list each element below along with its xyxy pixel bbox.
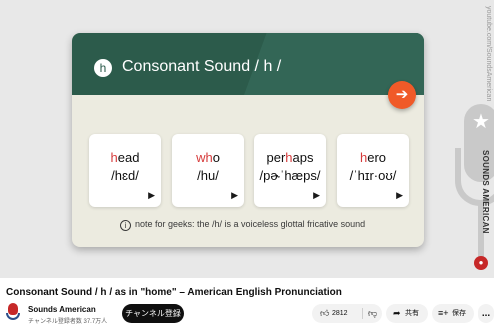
word-ipa: /hu/	[197, 168, 219, 183]
card-title: Consonant Sound / h /	[122, 58, 282, 75]
play-icon[interactable]: ▶	[231, 190, 238, 201]
save-button[interactable]: ≡+ 保存	[432, 304, 474, 323]
word-ipa: /hɛd/	[111, 168, 139, 183]
video-title: Consonant Sound / h / as in "home" – Ame…	[6, 287, 342, 298]
next-arrow-button[interactable]: ➔	[388, 81, 416, 109]
word-card[interactable]: who /hu/ ▶	[172, 134, 244, 207]
brand-logo-icon: ●	[474, 256, 488, 270]
play-icon[interactable]: ▶	[313, 190, 320, 201]
word-text: perhaps	[266, 150, 314, 165]
channel-watermark: youtube.com/SoundsAmerican	[485, 6, 492, 102]
channel-name[interactable]: Sounds American	[28, 305, 96, 314]
word-ipa: /pɚˈhæps/	[259, 168, 321, 183]
word-ipa: /ˈhɪr·oʊ/	[349, 168, 397, 183]
word-card[interactable]: hero /ˈhɪr·oʊ/ ▶	[337, 134, 409, 207]
word-text: who	[196, 150, 220, 165]
info-icon: i	[120, 220, 131, 231]
more-button[interactable]: ...	[478, 304, 494, 323]
video-player[interactable]: youtube.com/SoundsAmerican ★ SOUNDS AMER…	[0, 0, 494, 278]
subscribe-button[interactable]: チャンネル登録	[122, 304, 184, 323]
share-icon: ➦	[393, 308, 401, 318]
word-card[interactable]: head /hɛd/ ▶	[89, 134, 161, 207]
save-playlist-icon: ≡+	[438, 308, 449, 318]
play-icon[interactable]: ▶	[396, 190, 403, 201]
arrow-right-icon: ➔	[395, 86, 409, 103]
sound-badge: h	[94, 59, 112, 77]
brand-vertical-text: SOUNDS AMERICAN	[481, 150, 490, 234]
channel-avatar[interactable]	[6, 303, 20, 321]
word-card[interactable]: perhaps /pɚˈhæps/ ▶	[254, 134, 326, 207]
word-text: head	[110, 150, 140, 165]
word-text: hero	[359, 150, 387, 165]
dislike-icon[interactable]: 👎︎	[368, 304, 377, 323]
lesson-card: h Consonant Sound / h / head /hɛd/ ▶ who…	[72, 33, 424, 247]
like-dislike-group: 👍︎ 2812 👎︎	[312, 304, 382, 323]
share-button[interactable]: ➦ 共有	[386, 304, 428, 323]
like-icon[interactable]: 👍︎	[320, 304, 329, 323]
subscriber-count: チャンネル登録者数 37.7万人	[28, 319, 108, 325]
divider	[362, 308, 363, 319]
play-icon[interactable]: ▶	[148, 190, 155, 201]
star-icon: ★	[472, 111, 490, 133]
card-note: i note for geeks: the /h/ is a voiceless …	[120, 219, 365, 231]
card-header: h Consonant Sound / h /	[72, 33, 424, 95]
like-count[interactable]: 2812	[332, 304, 348, 323]
